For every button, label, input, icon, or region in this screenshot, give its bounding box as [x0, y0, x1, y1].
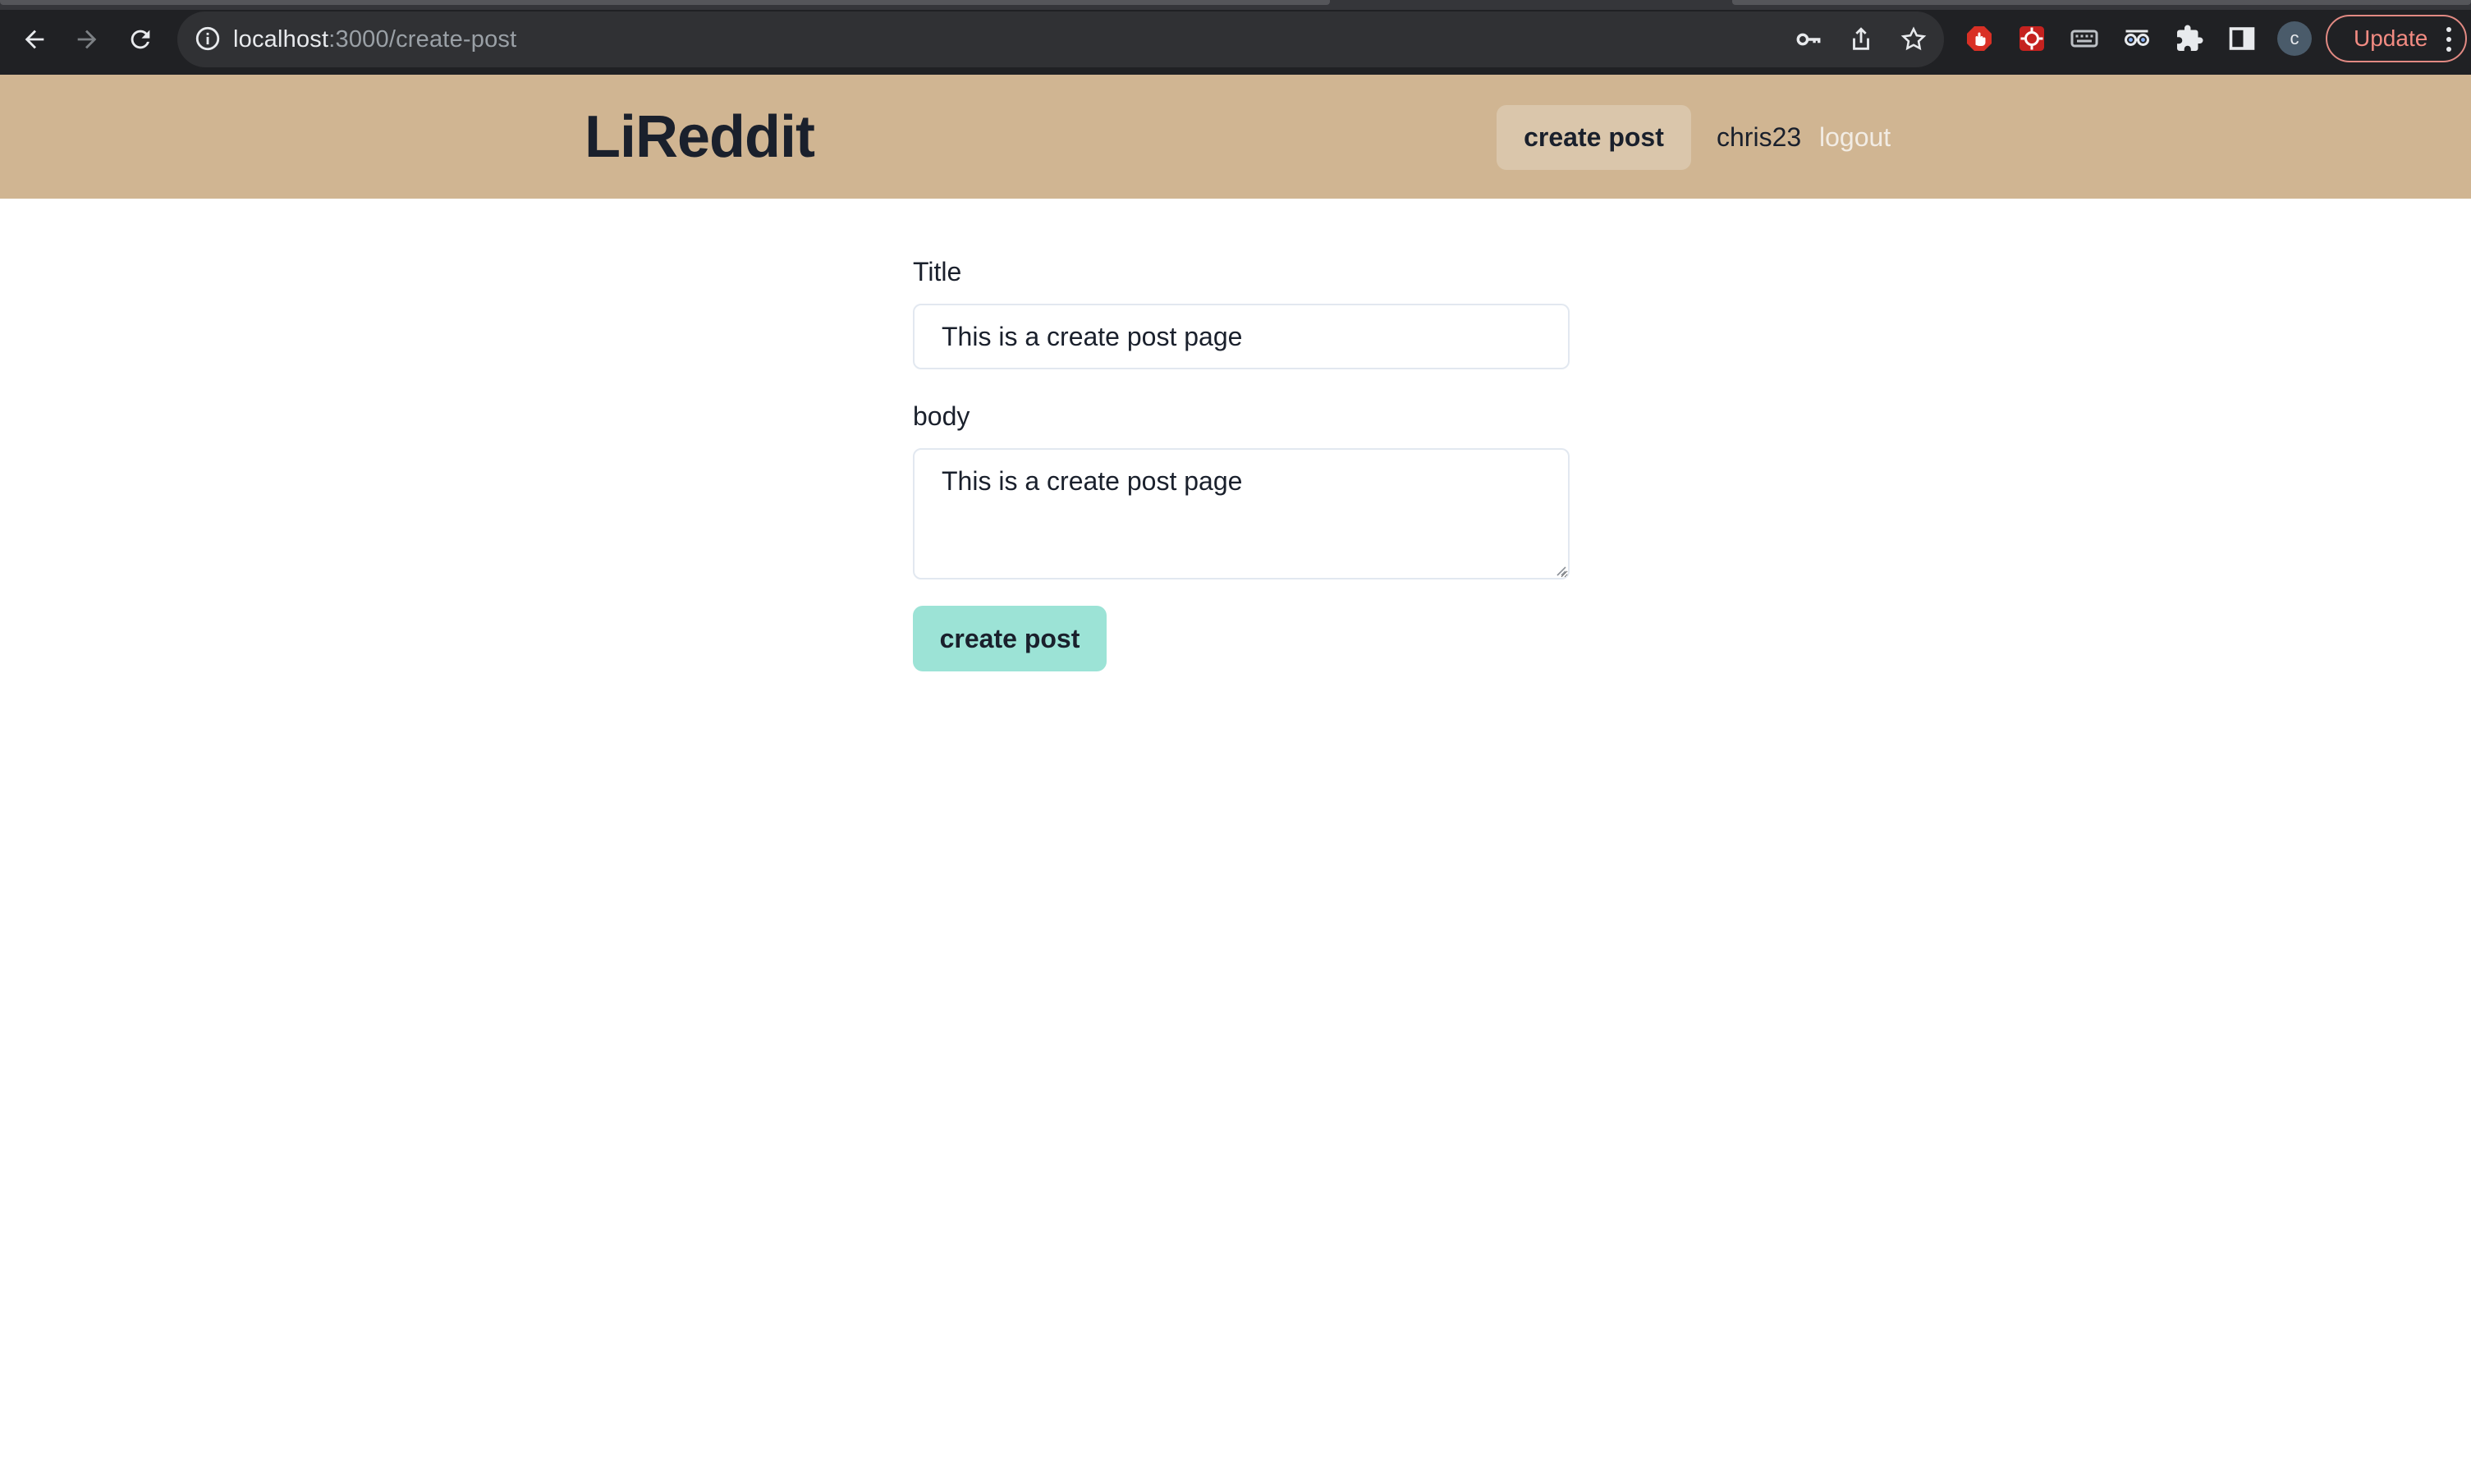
body-label: body — [913, 401, 970, 431]
tab-strip — [0, 0, 2471, 10]
url-text[interactable]: localhost:3000/create-post — [233, 11, 516, 67]
logout-button[interactable]: logout — [1819, 105, 1891, 170]
side-panel-icon[interactable] — [2226, 22, 2258, 55]
browser-toolbar: localhost:3000/create-post c Update — [0, 0, 2471, 75]
back-button[interactable] — [13, 18, 56, 61]
star-icon[interactable] — [1900, 25, 1928, 53]
address-bar[interactable]: localhost:3000/create-post — [177, 11, 1944, 67]
puzzle-extension-icon[interactable] — [2173, 22, 2206, 55]
keyboard-extension-icon[interactable] — [2068, 22, 2101, 55]
profile-avatar[interactable]: c — [2277, 21, 2312, 56]
username: chris23 — [1717, 122, 1802, 152]
title-label: Title — [913, 257, 962, 286]
profile-initial: c — [2290, 28, 2299, 48]
title-input[interactable] — [913, 304, 1570, 369]
resize-grip-icon[interactable] — [1553, 563, 1566, 576]
share-icon[interactable] — [1847, 25, 1875, 53]
reload-button[interactable] — [119, 18, 162, 61]
adblock-extension-icon[interactable] — [1963, 22, 1996, 55]
nav-create-post-button[interactable]: create post — [1497, 105, 1691, 170]
glasses-extension-icon[interactable] — [2120, 22, 2153, 55]
brand-logo[interactable]: LiReddit — [585, 104, 815, 170]
back-icon — [25, 30, 44, 49]
update-label: Update — [2354, 25, 2428, 51]
red-extension-icon[interactable] — [2015, 22, 2048, 55]
create-post-submit-button[interactable]: create post — [913, 606, 1107, 671]
forward-icon — [77, 30, 97, 49]
site-info-icon[interactable] — [194, 25, 222, 53]
app-navbar: LiReddit create post chris23 logout — [0, 75, 2471, 199]
update-button[interactable]: Update — [2326, 15, 2467, 62]
reload-icon — [131, 30, 150, 49]
key-icon[interactable] — [1795, 25, 1822, 53]
forward-button[interactable] — [66, 18, 108, 61]
kebab-menu-icon[interactable] — [2446, 27, 2452, 52]
body-textarea[interactable]: This is a create post page — [913, 448, 1570, 579]
